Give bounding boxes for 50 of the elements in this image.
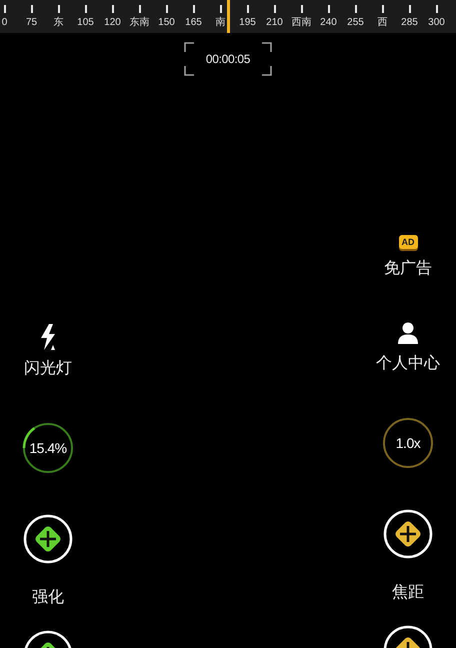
- compass-label: 150: [158, 17, 175, 29]
- compass-label: 165: [185, 17, 202, 29]
- compass-tick: [408, 5, 410, 13]
- control-label[interactable]: 闪光灯: [24, 359, 72, 379]
- compass-label: 西: [378, 17, 388, 29]
- flash-icon[interactable]: [38, 323, 58, 351]
- compass-tick: [112, 5, 114, 13]
- compass-label: 255: [347, 17, 364, 29]
- dial-reading: 1.0x: [396, 435, 420, 451]
- compass-label: 0: [2, 17, 8, 29]
- compass-tick: [328, 5, 330, 13]
- compass-tick: [166, 5, 168, 13]
- compass-label: 105: [77, 17, 94, 29]
- compass-label: 195: [239, 17, 256, 29]
- compass-label: 300: [428, 17, 445, 29]
- plus-button[interactable]: [383, 509, 433, 559]
- compass-label: 南: [216, 17, 226, 29]
- compass-tick: [4, 5, 6, 13]
- compass-tick: [30, 5, 32, 13]
- control-label[interactable]: 免广告: [384, 259, 432, 279]
- compass-label: 285: [401, 17, 418, 29]
- control-label: 焦距: [392, 583, 424, 603]
- dial-button[interactable]: [382, 417, 434, 469]
- compass-label: 75: [26, 17, 38, 29]
- compass-tick: [354, 5, 356, 13]
- compass-label: 120: [104, 17, 121, 29]
- dial-reading: 15.4%: [29, 440, 67, 456]
- plus-button[interactable]: [23, 514, 73, 564]
- control-label[interactable]: 个人中心: [376, 354, 440, 374]
- compass-tick: [300, 5, 302, 13]
- compass-tick: [58, 5, 60, 13]
- ad-badge: AD: [398, 235, 418, 249]
- compass-label: 240: [320, 17, 337, 29]
- dial-button[interactable]: [22, 422, 74, 474]
- compass-tick: [84, 5, 86, 13]
- compass-label: 210: [266, 17, 283, 29]
- compass-tick: [246, 5, 248, 13]
- compass-needle: [227, 0, 230, 33]
- compass-tick: [274, 5, 276, 13]
- compass-label: 东: [54, 17, 64, 29]
- compass-tick: [436, 5, 438, 13]
- compass-label: 东南: [130, 17, 150, 29]
- compass-label: 西南: [292, 17, 312, 29]
- compass-tick: [138, 5, 140, 13]
- person-icon[interactable]: [397, 322, 419, 344]
- compass-tick: [192, 5, 194, 13]
- control-label: 强化: [32, 588, 64, 608]
- compass-tick: [382, 5, 384, 13]
- timer-text: 00:00:05: [206, 51, 250, 68]
- compass-tick: [220, 5, 222, 13]
